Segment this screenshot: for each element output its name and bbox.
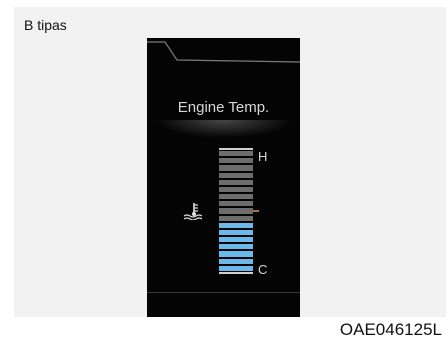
display-divider: [147, 292, 300, 293]
display-title: Engine Temp.: [177, 99, 270, 116]
gauge-segment-unlit: [219, 186, 253, 193]
gauge-high-label: H: [258, 149, 268, 164]
gauge-segment-lit: [219, 251, 253, 257]
title-glow: [155, 120, 292, 138]
gauge-low-label: C: [258, 262, 268, 277]
gauge-segment-lit: [219, 244, 253, 250]
gauge-segment-lit: [219, 265, 253, 271]
instrument-display: Engine Temp. H C: [147, 38, 300, 317]
gauge-segment-unlit: [219, 165, 253, 171]
gauge-segment-unlit: [219, 158, 253, 164]
gauge-segment-lit: [219, 222, 253, 228]
gauge-segment-unlit: [219, 215, 253, 221]
gauge-segment-unlit: [219, 172, 253, 178]
gauge-segment-unlit: [219, 208, 253, 214]
gauge-segment-lit: [219, 229, 253, 236]
temperature-gauge: [219, 150, 253, 272]
gauge-mid-marker: [253, 210, 259, 212]
figure-code: OAE046125L: [339, 320, 442, 339]
gauge-segment-unlit: [219, 179, 253, 185]
gauge-segment-lit: [219, 237, 253, 243]
figure-caption: B tipas: [24, 17, 67, 33]
gauge-segment-unlit: [219, 201, 253, 207]
gauge-segment-unlit: [219, 151, 253, 157]
gauge-bottom-marker: [219, 272, 253, 274]
display-bezel-outline: [147, 41, 300, 63]
gauge-segment-unlit: [219, 194, 253, 200]
coolant-temperature-icon: [183, 203, 203, 220]
gauge-segment-lit: [219, 258, 253, 264]
